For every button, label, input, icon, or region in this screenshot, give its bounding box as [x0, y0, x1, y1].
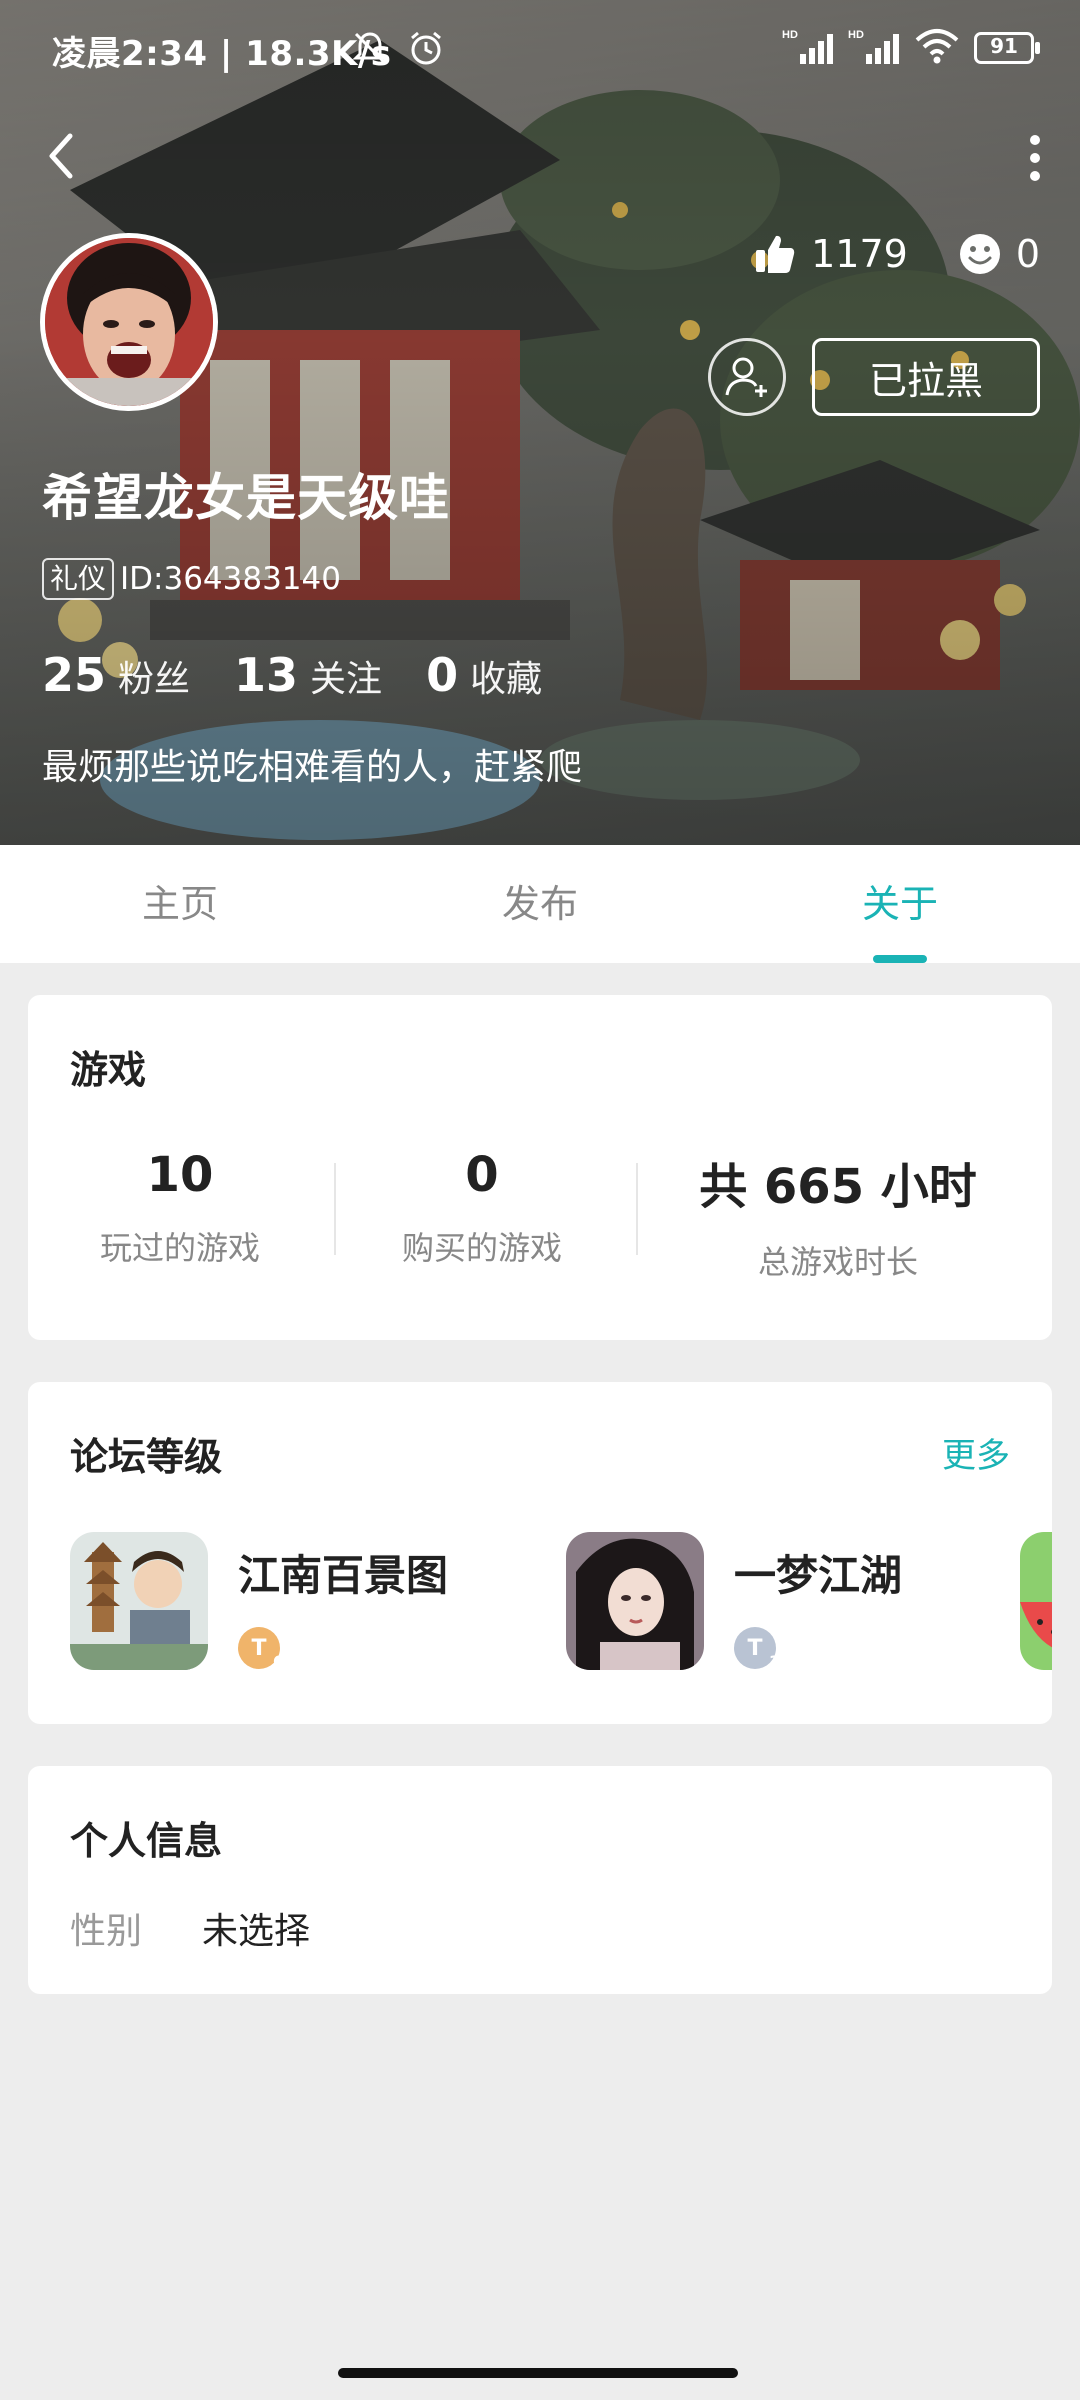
forum-level-title: 论坛等级: [70, 1435, 223, 1479]
likes-stat[interactable]: 1179: [753, 232, 908, 276]
playtime-value: 共 665 小时: [699, 1159, 977, 1215]
svg-text:HD: HD: [782, 29, 798, 41]
back-button[interactable]: [40, 126, 84, 186]
personal-info-title: 个人信息: [70, 1819, 223, 1863]
forum-item-jiangnan[interactable]: 江南百景图 T 6: [70, 1532, 449, 1671]
favorites-count: 0: [426, 648, 459, 702]
nickname: 希望龙女是天级哇: [42, 469, 450, 527]
gender-value: 未选择: [202, 1911, 311, 1952]
battery-level: 91: [990, 34, 1018, 58]
status-bar: 凌晨2:34 | 18.3K/s HD HD 91: [0, 22, 1080, 78]
more-vertical-icon: [1030, 135, 1040, 181]
forum-name: 江南百景图: [238, 1551, 449, 1600]
played-games-label: 玩过的游戏: [99, 1229, 260, 1267]
chevron-left-icon: [49, 133, 73, 179]
wifi-icon: [914, 26, 960, 70]
metric-divider: [636, 1163, 638, 1255]
forum-item-partial[interactable]: [1020, 1532, 1052, 1670]
hd-signal-icon: HD: [782, 26, 834, 70]
forum-name: 一梦江湖: [734, 1551, 903, 1600]
battery-icon: 91: [974, 32, 1040, 64]
games-card: 游戏 10 玩过的游戏 0 购买的游戏 共 665 小时 总游戏时长: [28, 995, 1052, 1340]
profile-reactions: 1179 0: [753, 232, 1040, 276]
add-user-icon: [725, 357, 767, 397]
metric-divider: [334, 1163, 336, 1255]
played-games-value: 10: [146, 1147, 214, 1203]
forum-level-card: 论坛等级 更多 江南百景图 T 6 一梦江湖 T 1: [28, 1382, 1052, 1724]
personal-info-card: 个人信息 性别 未选择: [28, 1766, 1052, 1994]
smile-count: 0: [1015, 232, 1040, 276]
status-icons: HD HD 91: [782, 26, 1040, 70]
more-link[interactable]: 更多: [942, 1428, 1010, 1477]
playtime-label: 总游戏时长: [757, 1243, 918, 1281]
level-number: 1: [768, 1652, 780, 1671]
status-time: 凌晨2:34 | 18.3K/s: [52, 34, 392, 74]
favorites-stat[interactable]: 0 收藏: [426, 648, 586, 702]
followers-label: 粉丝: [118, 659, 191, 700]
avatar[interactable]: [40, 233, 218, 411]
svg-text:HD: HD: [848, 29, 864, 41]
header-overlay: [0, 0, 1080, 845]
level-badge-icon: T 6: [238, 1627, 284, 1671]
games-title: 游戏: [70, 1048, 147, 1092]
yimeng-game-icon: [566, 1532, 704, 1670]
mute-icon: [350, 28, 390, 72]
likes-count: 1179: [811, 232, 908, 276]
gender-row: 性别 未选择: [70, 1902, 310, 1954]
profile-counts: 25 粉丝 13 关注 0 收藏: [42, 648, 586, 702]
id-badge: 礼仪: [42, 558, 115, 600]
followers-count: 25: [42, 648, 107, 702]
jiangnan-game-icon: [70, 1532, 208, 1670]
hd-signal-icon: HD: [848, 26, 900, 70]
more-options-button[interactable]: [1020, 128, 1050, 188]
profile-header: [0, 0, 1080, 845]
favorites-label: 收藏: [470, 659, 543, 700]
thumbs-up-icon: [756, 235, 795, 273]
id-row: 礼仪 ID:364383140: [42, 558, 341, 600]
level-badge-icon: T 1: [734, 1627, 780, 1671]
purchased-games-label: 购买的游戏: [401, 1229, 562, 1267]
followers-stat[interactable]: 25 粉丝: [42, 648, 234, 702]
playtime-metric[interactable]: 共 665 小时 总游戏时长: [668, 1147, 1008, 1283]
gender-label: 性别: [70, 1911, 143, 1952]
played-games-metric[interactable]: 10 玩过的游戏: [60, 1147, 300, 1269]
follow-button[interactable]: [708, 338, 786, 416]
profile-tabs: 主页 发布 关于: [0, 845, 1080, 963]
home-indicator[interactable]: [338, 2368, 738, 2378]
purchased-games-metric[interactable]: 0 购买的游戏: [362, 1147, 602, 1269]
bio: 最烦那些说吃相难看的人，赶紧爬: [42, 747, 583, 788]
level-number: 6: [272, 1652, 284, 1671]
forum-meta: 一梦江湖 T 1: [734, 1532, 903, 1671]
following-stat[interactable]: 13 关注: [234, 648, 426, 702]
level-badge-letter: T: [747, 1635, 763, 1661]
blocked-button[interactable]: 已拉黑: [812, 338, 1040, 416]
forum-meta: 江南百景图 T 6: [238, 1532, 449, 1671]
following-label: 关注: [310, 659, 383, 700]
watermelon-game-icon: [1020, 1532, 1052, 1670]
tab-home[interactable]: 主页: [0, 845, 360, 963]
level-badge-letter: T: [251, 1635, 267, 1661]
tab-posts[interactable]: 发布: [360, 845, 720, 963]
smile-stat[interactable]: 0: [958, 232, 1040, 276]
alarm-icon: [406, 28, 446, 72]
forum-item-yimeng[interactable]: 一梦江湖 T 1: [566, 1532, 903, 1671]
following-count: 13: [234, 648, 299, 702]
user-id: ID:364383140: [120, 561, 341, 597]
smile-icon: [959, 234, 1000, 274]
avatar-image: [45, 238, 213, 406]
purchased-games-value: 0: [465, 1147, 499, 1203]
tab-about[interactable]: 关于: [720, 845, 1080, 963]
